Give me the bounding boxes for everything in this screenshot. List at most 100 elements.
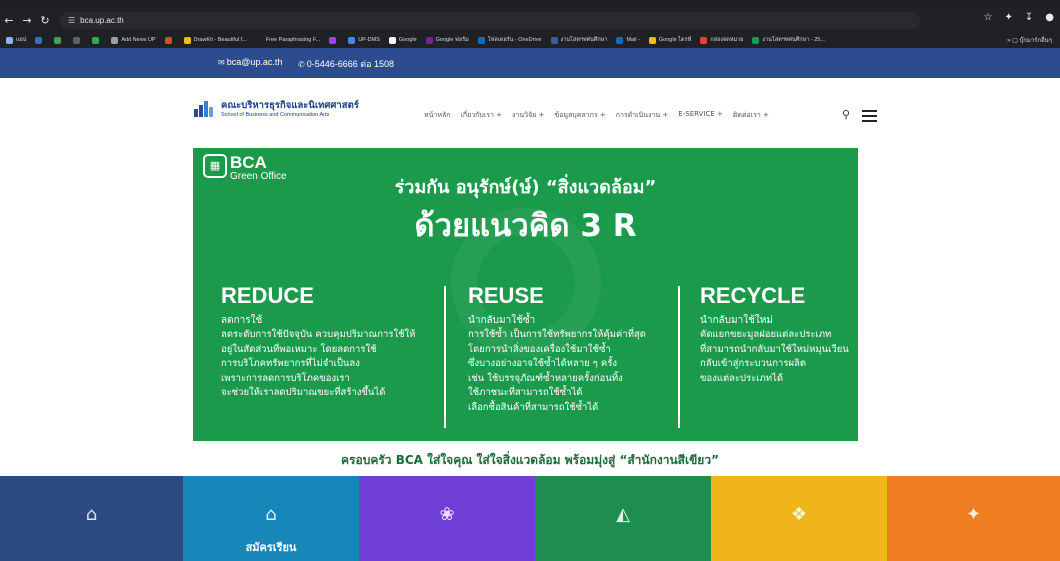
book-icon: ✦ — [965, 504, 982, 525]
phone-icon: ✆ — [298, 59, 305, 69]
faculty-logo[interactable]: คณะบริหารธุรกิจและนิเทศศาสตร์ School of … — [192, 99, 359, 119]
site-header: คณะบริหารธุรกิจและนิเทศศาสตร์ School of … — [0, 78, 1060, 148]
bookmark-item[interactable] — [92, 36, 102, 44]
bookmark-favicon-icon — [73, 36, 81, 44]
toolbar-actions: ☆ ✦ ↧ ● — [984, 12, 1054, 23]
banner-subheadline: ด้วยแนวคิด 3 R — [414, 208, 637, 244]
bookmark-item[interactable]: Google ฟอร์ม — [425, 36, 469, 44]
bookmark-favicon-icon — [348, 36, 356, 44]
quick-link-tile[interactable]: ⌂ สมัครเรียน — [183, 476, 359, 561]
contact-phone-text[interactable]: 0-5446-6666 ต่อ 1508 — [307, 57, 394, 71]
reload-icon[interactable]: ↻ — [36, 14, 54, 27]
bookmark-label: Add News UP — [121, 37, 156, 43]
nav-item[interactable]: ติดต่อเรา + — [733, 110, 769, 121]
bookmark-item[interactable]: Mail - — [616, 36, 640, 44]
bookmark-item[interactable] — [54, 36, 64, 44]
site-info-icon[interactable]: ☰ — [68, 16, 75, 25]
bookmark-item[interactable] — [329, 36, 339, 44]
bookmark-label: โฟลเดอร์น - OneDrive — [487, 37, 542, 43]
bookmark-item[interactable]: DrawKit - Beautiful f... — [183, 36, 247, 44]
graduation-cap-icon: ⌂ — [265, 504, 277, 525]
bookmark-favicon-icon — [35, 36, 43, 44]
bookmark-favicon-icon — [92, 36, 100, 44]
nav-item[interactable]: การดำเนินงาน + — [616, 110, 669, 121]
recycle-body: คัดแยกขยะมูลฝอยแต่ละประเภท ที่สามารถนำกล… — [700, 329, 849, 384]
nav-item[interactable]: E-SERVICE + — [678, 110, 723, 121]
bookmark-item[interactable]: Google — [388, 36, 417, 44]
banner-headline: ร่วมกัน อนุรักษ์(ษ์) “สิ่งแวดล้อม” — [394, 177, 657, 198]
bookmark-favicon-icon — [164, 36, 172, 44]
contact-phone[interactable]: ✆ 0-5446-6666 ต่อ 1508 — [298, 57, 394, 71]
nav-item[interactable]: เกี่ยวกับเรา + — [460, 110, 502, 121]
search-icon[interactable]: ⚲ — [842, 108, 850, 121]
logo-subtitle: School of Business and Communication Art… — [221, 111, 330, 118]
recycle-column: RECYCLE นำกลับมาใช้ใหม่ คัดแยกขยะมูลฝอยแ… — [700, 283, 849, 386]
bookmark-star-icon[interactable]: ☆ — [984, 12, 993, 23]
bookmark-favicon-icon — [255, 36, 263, 44]
reduce-title: REDUCE — [221, 283, 314, 308]
url-text[interactable]: bca.up.ac.th — [80, 16, 124, 25]
bookmark-item[interactable]: โฟลเดอร์น - OneDrive — [477, 36, 542, 44]
bookmark-label: แอป — [16, 37, 27, 43]
bookmark-item[interactable] — [164, 36, 175, 44]
quick-link-tile[interactable]: ✦ — [887, 476, 1060, 561]
bookmark-item[interactable]: งานโสตฯทศนศึกษา - 25... — [752, 36, 825, 44]
bookmark-label: กล่องจดหมาย — [710, 37, 744, 43]
tile-label: สมัครเรียน — [245, 541, 297, 554]
quick-link-tile[interactable]: ⌂ — [0, 476, 183, 561]
bookmark-item[interactable]: Google ไดรฟ์ — [648, 36, 691, 44]
bookmark-favicon-icon — [550, 36, 558, 44]
bookmark-item[interactable] — [35, 36, 45, 44]
nav-item[interactable]: ข้อมูลบุคลากร + — [554, 110, 605, 121]
bookmark-label: DrawKit - Beautiful f... — [193, 37, 247, 43]
green-office-banner: ▦ BCA Green Office ร่วมกัน อนุรักษ์(ษ์) … — [193, 148, 858, 441]
extensions-icon[interactable]: ✦ — [1004, 12, 1012, 23]
recycle-subtitle: นำกลับมาใช้ใหม่ — [700, 315, 773, 326]
other-bookmarks[interactable]: » ▢ บุ๊กมาร์กอื่นๆ — [1007, 35, 1052, 45]
email-icon: ✉ — [218, 57, 225, 67]
forward-icon[interactable]: → — [18, 14, 36, 27]
contact-email[interactable]: ✉ bca@up.ac.th — [218, 57, 282, 67]
column-divider — [444, 286, 446, 428]
bookmark-item[interactable]: Free Paraphrasing F... — [255, 36, 320, 44]
bookmark-favicon-icon — [329, 36, 337, 44]
back-icon[interactable]: ← — [0, 14, 18, 27]
bookmark-item[interactable] — [73, 36, 83, 44]
bookmark-label: งานโสตฯทศนศึกษา - 25... — [762, 37, 825, 43]
bookmark-label: Mail - — [626, 37, 640, 43]
logo-title: คณะบริหารธุรกิจและนิเทศศาสตร์ — [221, 99, 359, 111]
bookmark-item[interactable]: แอป — [6, 36, 26, 44]
bookmark-favicon-icon — [183, 36, 191, 44]
bookmark-item[interactable]: กล่องจดหมาย — [700, 36, 743, 44]
bookmark-favicon-icon — [54, 36, 62, 44]
bookmark-item[interactable]: UP-DMS — [348, 36, 380, 44]
hamburger-menu-icon[interactable] — [862, 110, 877, 125]
bookmark-favicon-icon — [6, 36, 13, 44]
browser-tab-strip — [0, 0, 1060, 8]
bookmark-label: งานโสตฯทศนศึกษา — [560, 37, 608, 43]
nav-item[interactable]: หน้าหลัก — [424, 110, 450, 121]
quick-link-tile[interactable]: ❖ — [711, 476, 887, 561]
reduce-body: ลดระดับการใช้ปัจจุบัน ควบคุมปริมาณการใช้… — [221, 329, 416, 398]
bookmark-label: UP-DMS — [358, 37, 380, 43]
bookmark-favicon-icon — [616, 36, 624, 44]
quick-link-tile[interactable]: ❀ — [359, 476, 535, 561]
bookmark-label: Google ฟอร์ม — [435, 37, 469, 43]
reuse-subtitle: นำกลับมาใช้ซ้ำ — [468, 315, 536, 326]
reuse-title: REUSE — [468, 283, 544, 308]
download-icon[interactable]: ↧ — [1025, 12, 1033, 23]
profile-icon[interactable]: ● — [1045, 12, 1054, 23]
quick-link-tile[interactable]: ◭ — [535, 476, 711, 561]
reuse-column: REUSE นำกลับมาใช้ซ้ำ การใช้ซ้ำ เป็นการใช… — [468, 283, 646, 415]
address-bar[interactable]: ☰ bca.up.ac.th — [60, 11, 920, 29]
column-divider — [678, 286, 680, 428]
bookmark-item[interactable]: งานโสตฯทศนศึกษา — [550, 36, 608, 44]
reduce-subtitle: ลดการใช้ — [221, 315, 263, 326]
building-icon: ⌂ — [85, 504, 98, 525]
bookmark-favicon-icon — [648, 36, 656, 44]
logo-mark-icon — [192, 99, 216, 119]
nav-item[interactable]: งานวิจัย + — [512, 110, 544, 121]
contact-email-text[interactable]: bca@up.ac.th — [227, 57, 283, 67]
bookmarks-bar: แอป Add News UP DrawKit - Beautiful f... Fr… — [0, 32, 1060, 48]
bookmark-item[interactable]: Add News UP — [111, 36, 156, 44]
